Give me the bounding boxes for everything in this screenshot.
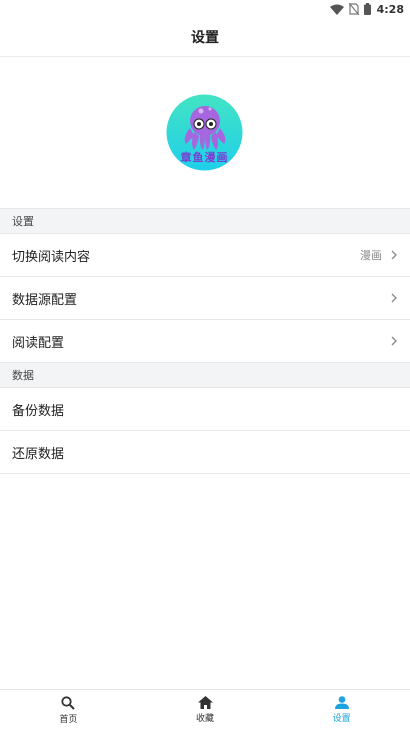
row-label: 数据源配置 bbox=[12, 292, 78, 308]
chevron-right-icon bbox=[390, 335, 398, 347]
row-data-source-config[interactable]: 数据源配置 bbox=[0, 277, 410, 320]
row-restore-data[interactable]: 还原数据 bbox=[0, 431, 410, 474]
tab-favorites[interactable]: 收藏 bbox=[137, 690, 274, 730]
bottom-tab-bar: 首页 收藏 设置 bbox=[0, 689, 410, 730]
section-header-settings: 设置 bbox=[0, 208, 410, 234]
row-backup-data[interactable]: 备份数据 bbox=[0, 388, 410, 431]
search-icon bbox=[61, 695, 76, 710]
clock: 4:28 bbox=[376, 2, 404, 16]
chevron-right-icon bbox=[390, 292, 398, 304]
tab-settings[interactable]: 设置 bbox=[273, 690, 410, 730]
logo-text: 章鱼漫画 bbox=[180, 151, 229, 164]
settings-screen: 4:28 设置 章鱼漫画 设置 切换阅读内容 漫画 数据源配置 阅读配置 数据 … bbox=[0, 0, 410, 730]
row-label: 备份数据 bbox=[12, 403, 65, 419]
row-label: 切换阅读内容 bbox=[12, 249, 91, 265]
battery-icon bbox=[363, 3, 371, 15]
chevron-right-icon bbox=[390, 249, 398, 261]
tab-label: 收藏 bbox=[196, 714, 215, 724]
app-logo: 章鱼漫画 bbox=[166, 94, 243, 171]
tab-label: 设置 bbox=[332, 714, 351, 724]
wifi-icon bbox=[329, 4, 344, 15]
row-switch-reading-content[interactable]: 切换阅读内容 漫画 bbox=[0, 234, 410, 277]
row-reading-config[interactable]: 阅读配置 bbox=[0, 320, 410, 363]
no-sim-icon bbox=[348, 3, 359, 15]
page-title: 设置 bbox=[191, 30, 219, 46]
section-header-data: 数据 bbox=[0, 362, 410, 388]
home-icon bbox=[197, 696, 213, 709]
tab-home[interactable]: 首页 bbox=[0, 690, 137, 730]
row-label: 阅读配置 bbox=[12, 335, 65, 351]
tab-label: 首页 bbox=[59, 714, 78, 725]
person-icon bbox=[334, 696, 349, 709]
status-bar: 4:28 bbox=[0, 0, 410, 18]
row-value: 漫画 bbox=[360, 249, 382, 262]
row-label: 还原数据 bbox=[12, 446, 65, 462]
app-header: 设置 bbox=[0, 18, 410, 57]
